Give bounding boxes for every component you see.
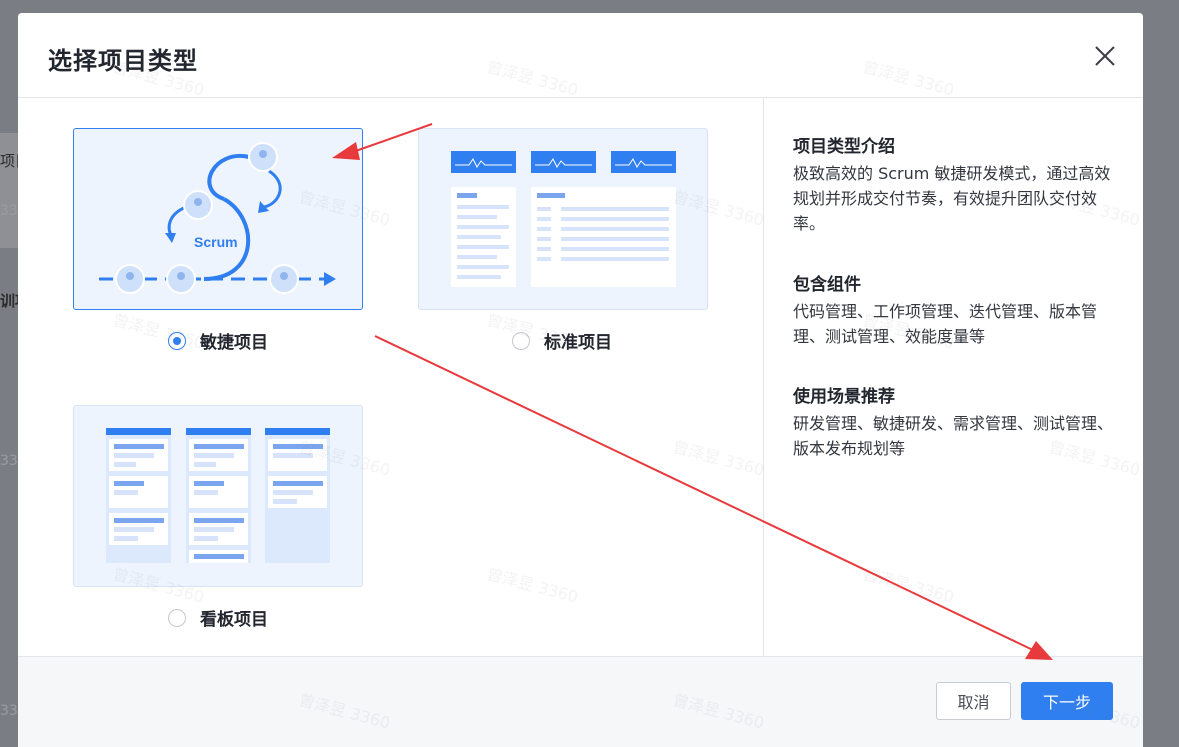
- kanban-project-card[interactable]: [73, 405, 363, 587]
- scenarios-title: 使用场景推荐: [793, 387, 895, 407]
- scrum-label: Scrum: [194, 234, 238, 250]
- radio-button[interactable]: [168, 331, 186, 350]
- cancel-button[interactable]: 取消: [936, 682, 1011, 720]
- kanban-project-radio[interactable]: 看板项目: [168, 605, 268, 630]
- scrum-illustration: Scrum: [99, 142, 336, 294]
- select-project-type-dialog: 选择项目类型 Scrum 敏捷项目 标准项目 看板项目 项目类型介绍 极致高效的…: [18, 13, 1143, 747]
- kanban-project-label: 看板项目: [200, 610, 268, 630]
- dialog-title: 选择项目类型: [48, 47, 198, 75]
- agile-project-radio[interactable]: 敏捷项目: [168, 328, 268, 353]
- components-text: 代码管理、工作项管理、迭代管理、版本管理、测试管理、效能度量等: [793, 302, 1098, 346]
- project-type-info: 项目类型介绍 极致高效的 Scrum 敏捷研发模式，通过高效规划并形成交付节奏，…: [764, 98, 1143, 656]
- standard-project-radio[interactable]: 标准项目: [512, 328, 612, 353]
- radio-button[interactable]: [168, 608, 186, 627]
- kanban-illustration: [106, 428, 330, 563]
- intro-text: 极致高效的 Scrum 敏捷研发模式，通过高效规划并形成交付节奏，有效提升团队交…: [793, 164, 1111, 233]
- radio-button[interactable]: [512, 331, 530, 350]
- components-title: 包含组件: [793, 275, 861, 295]
- close-icon[interactable]: [1090, 41, 1120, 71]
- agile-project-label: 敏捷项目: [200, 333, 268, 353]
- dialog-header: 选择项目类型: [18, 13, 1143, 98]
- standard-project-card[interactable]: [418, 128, 708, 310]
- standard-project-label: 标准项目: [544, 333, 612, 353]
- agile-project-card[interactable]: Scrum: [73, 128, 363, 310]
- project-type-list: Scrum 敏捷项目 标准项目 看板项目: [18, 98, 763, 656]
- standard-illustration: [451, 151, 676, 287]
- scenarios-text: 研发管理、敏捷研发、需求管理、测试管理、版本发布规划等: [793, 414, 1114, 458]
- next-step-button[interactable]: 下一步: [1021, 682, 1113, 720]
- intro-title: 项目类型介绍: [793, 137, 895, 157]
- dialog-footer: 取消 下一步: [18, 656, 1143, 747]
